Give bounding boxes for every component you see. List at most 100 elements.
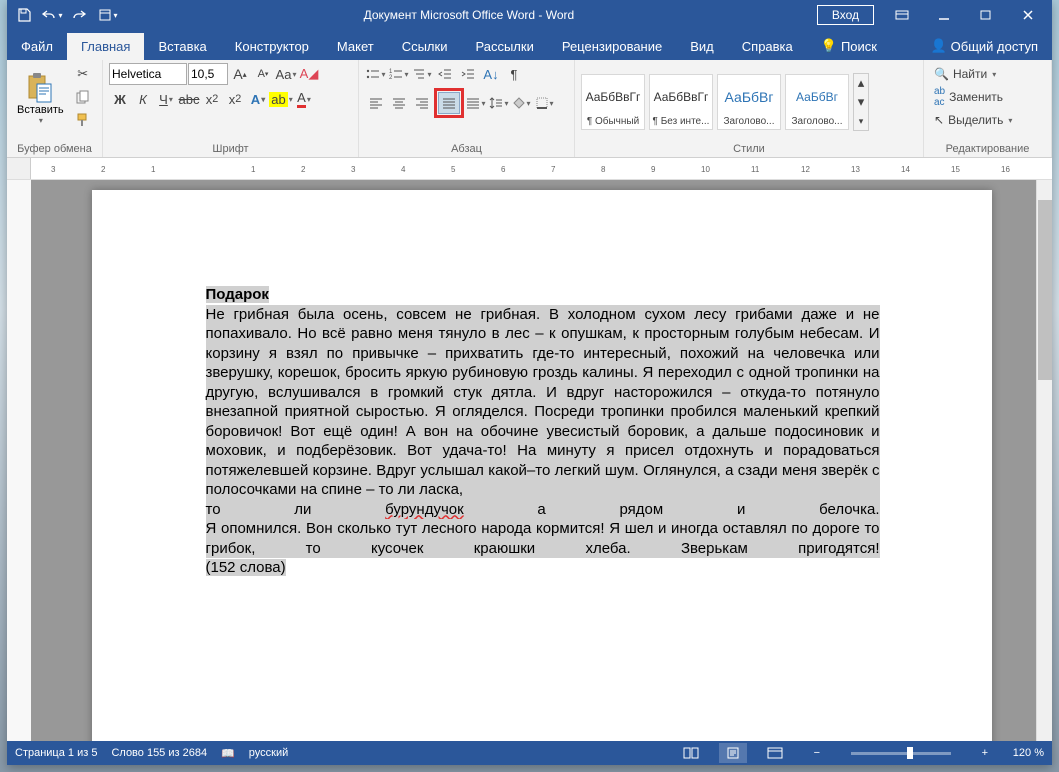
ribbon-tabs: Файл Главная Вставка Конструктор Макет С… [7,30,1052,60]
word-app-window: ▾ ▾ Документ Microsoft Office Word - Wor… [7,0,1052,765]
sign-in-button[interactable]: Вход [817,5,874,25]
svg-text:2: 2 [389,75,393,80]
style-heading1[interactable]: АаБбВгЗаголово... [717,74,781,130]
superscript-button[interactable]: x2 [224,88,246,110]
titlebar: ▾ ▾ Документ Microsoft Office Word - Wor… [7,0,1052,30]
paste-button[interactable]: Вставить ▾ [13,63,68,133]
tab-review[interactable]: Рецензирование [548,33,676,60]
align-right-button[interactable] [411,92,433,114]
page-scroll[interactable]: Подарок Не грибная была осень, совсем не… [31,180,1052,741]
line-spacing-button[interactable]: ▾ [488,92,510,114]
status-words[interactable]: Слово 155 из 2684 [111,747,207,759]
maximize-button[interactable] [966,3,1006,27]
svg-text:8: 8 [601,165,606,174]
group-styles: АаБбВвГг¶ Обычный АаБбВвГг¶ Без инте... … [575,60,924,157]
horizontal-ruler[interactable]: 32112345678910111213141516 [31,160,1052,178]
underline-button[interactable]: Ч▾ [155,88,177,110]
styles-more-button[interactable]: ▾ [854,112,868,130]
numbering-button[interactable]: 12▾ [388,63,410,85]
find-button[interactable]: 🔍Найти▾ [930,63,1016,85]
svg-text:2: 2 [301,165,306,174]
zoom-slider[interactable] [851,752,951,755]
editing-label: Редактирование [930,141,1045,157]
group-paragraph: ▾ 12▾ ▾ A↓ ¶ ▾ ▾ ▾ [359,60,575,157]
svg-text:14: 14 [901,165,910,174]
copy-button[interactable] [72,86,94,108]
vertical-ruler[interactable] [7,180,31,741]
status-page[interactable]: Страница 1 из 5 [15,747,97,759]
tab-insert[interactable]: Вставка [144,33,220,60]
align-left-button[interactable] [365,92,387,114]
style-no-spacing[interactable]: АаБбВвГг¶ Без инте... [649,74,713,130]
ribbon-display-button[interactable] [882,3,922,27]
sort-button[interactable]: A↓ [480,63,502,85]
paragraph-label: Абзац [365,141,568,157]
clipboard-icon [26,72,54,104]
font-name-select[interactable] [109,63,187,85]
spell-error-word: бурундучок [385,500,464,520]
align-justify-button[interactable] [438,92,460,114]
borders-button[interactable]: ▾ [534,92,556,114]
save-button[interactable] [11,3,37,27]
tab-home[interactable]: Главная [67,33,144,60]
shading-button[interactable]: ▾ [511,92,533,114]
tab-file[interactable]: Файл [7,33,67,60]
show-marks-button[interactable]: ¶ [503,63,525,85]
style-normal[interactable]: АаБбВвГг¶ Обычный [581,74,645,130]
font-color-button[interactable]: A▾ [293,88,315,110]
redo-button[interactable] [67,3,93,27]
format-painter-button[interactable] [72,109,94,131]
tab-search[interactable]: 💡Поиск [807,32,891,60]
view-web-button[interactable] [761,743,789,763]
styles-up-button[interactable]: ▴ [854,74,868,92]
cut-button[interactable]: ✂ [72,63,94,85]
tab-design[interactable]: Конструктор [221,33,323,60]
distributed-button[interactable]: ▾ [465,92,487,114]
multilevel-button[interactable]: ▾ [411,63,433,85]
bold-button[interactable]: Ж [109,88,131,110]
italic-button[interactable]: К [132,88,154,110]
strike-button[interactable]: abc [178,88,200,110]
style-heading2[interactable]: АаБбВгЗаголово... [785,74,849,130]
shrink-font-button[interactable]: A▾ [252,63,274,85]
clear-formatting-button[interactable]: A◢ [298,63,320,85]
decrease-indent-button[interactable] [434,63,456,85]
status-language[interactable]: русский [249,747,288,759]
replace-button[interactable]: abacЗаменить [930,86,1016,108]
qat-customize-button[interactable]: ▾ [95,3,121,27]
view-print-button[interactable] [719,743,747,763]
tab-layout[interactable]: Макет [323,33,388,60]
font-size-select[interactable] [188,63,228,85]
undo-button[interactable]: ▾ [39,3,65,27]
tab-mailings[interactable]: Рассылки [461,33,547,60]
svg-text:12: 12 [801,165,810,174]
highlight-button[interactable]: ab▾ [270,88,292,110]
bullets-button[interactable]: ▾ [365,63,387,85]
search-icon: 🔍 [934,67,949,81]
zoom-thumb[interactable] [907,747,913,759]
tab-references[interactable]: Ссылки [388,33,462,60]
vertical-scrollbar[interactable] [1036,180,1052,741]
minimize-button[interactable] [924,3,964,27]
document-body[interactable]: Подарок Не грибная была осень, совсем не… [206,285,880,578]
select-button[interactable]: ↖Выделить▾ [930,109,1016,131]
scrollbar-thumb[interactable] [1038,200,1052,380]
share-button[interactable]: 👤Общий доступ [916,32,1052,60]
tab-help[interactable]: Справка [728,33,807,60]
zoom-out-button[interactable]: − [803,743,831,763]
zoom-value[interactable]: 120 % [1013,747,1044,759]
increase-indent-button[interactable] [457,63,479,85]
subscript-button[interactable]: x2 [201,88,223,110]
view-read-button[interactable] [677,743,705,763]
styles-label: Стили [581,141,917,157]
grow-font-button[interactable]: A▴ [229,63,251,85]
styles-down-button[interactable]: ▾ [854,93,868,111]
proofing-icon[interactable]: 📖 [221,747,235,760]
align-center-button[interactable] [388,92,410,114]
tab-view[interactable]: Вид [676,33,728,60]
text-effects-button[interactable]: A▾ [247,88,269,110]
svg-text:1: 1 [151,165,156,174]
zoom-in-button[interactable]: + [971,743,999,763]
change-case-button[interactable]: Aa▾ [275,63,297,85]
close-button[interactable] [1008,3,1048,27]
